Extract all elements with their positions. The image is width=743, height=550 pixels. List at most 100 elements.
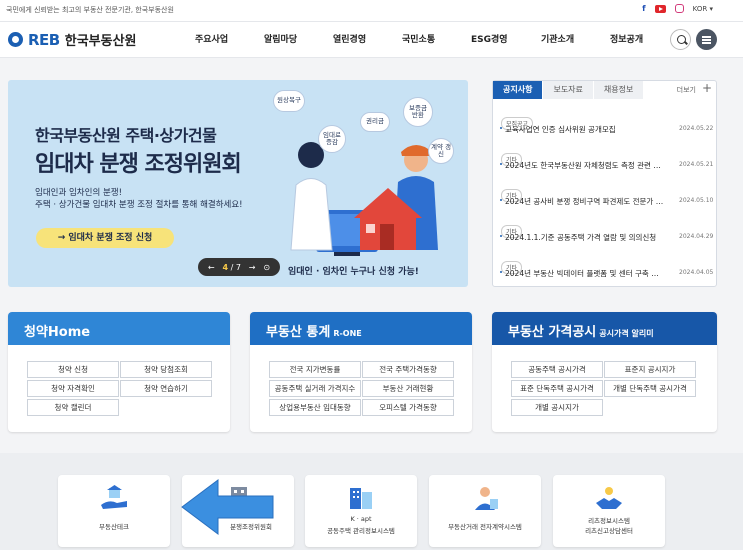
commercial-rent-button[interactable]: 상업용부동산 임대동향 bbox=[269, 399, 361, 416]
notice-date: 2024.05.22 bbox=[679, 125, 714, 132]
language-label: KOR bbox=[692, 4, 708, 13]
service-e-contract[interactable]: 부동산거래 전자계약시스템 bbox=[429, 475, 541, 547]
notice-title: 2024년 부동산 빅데이터 플랫폼 및 센터 구축 사업 … bbox=[505, 269, 665, 278]
notice-title: 2024년도 한국부동산원 자체청렴도 측정 관련 개인… bbox=[505, 161, 665, 170]
service-proptech[interactable]: 부동산테크 bbox=[58, 475, 170, 547]
instagram-icon[interactable] bbox=[674, 4, 684, 13]
logo-name: 한국부동산원 bbox=[64, 34, 137, 49]
pause-slide-button[interactable]: ⊙ bbox=[263, 263, 270, 272]
main-banner[interactable]: 한국부동산원 주택·상가건물 임대차 분쟁 조정위원회 임대인과 임차인의 분쟁… bbox=[8, 80, 468, 287]
service-reits[interactable]: 리츠정보시스템 리츠신고상담센터 bbox=[553, 475, 665, 547]
chungyak-practice-button[interactable]: 청약 연습하기 bbox=[120, 380, 212, 397]
notice-date: 2024.05.10 bbox=[679, 197, 714, 204]
notice-item[interactable]: 기타 2024.1.1.기준 공동주택 가격 열람 및 의의신청 2024.04… bbox=[500, 219, 714, 242]
chungyak-winner-button[interactable]: 청약 당첨조회 bbox=[120, 361, 212, 378]
menu-icon-bar bbox=[702, 39, 711, 41]
nav-about[interactable]: 기관소개 bbox=[541, 32, 574, 45]
standard-house-price-button[interactable]: 표준 단독주택 공시가격 bbox=[511, 380, 603, 397]
individual-land-price-button[interactable]: 개별 공시지가 bbox=[511, 399, 603, 416]
service-kapt[interactable]: K · apt 공동주택 관리정보시스템 bbox=[305, 475, 417, 547]
banner-title-line1: 한국부동산원 주택·상가건물 bbox=[35, 126, 217, 145]
notice-item[interactable]: 기타 2024년 부동산 빅데이터 플랫폼 및 센터 구축 사업 … 2024.… bbox=[500, 255, 714, 278]
nav-disclosure[interactable]: 정보공개 bbox=[610, 32, 643, 45]
banner-title-line2: 임대차 분쟁 조정위원회 bbox=[35, 152, 242, 177]
hand-house-icon bbox=[101, 485, 127, 509]
chungyak-apply-button[interactable]: 청약 신청 bbox=[27, 361, 119, 378]
tab-press[interactable]: 보도자료 bbox=[543, 81, 594, 99]
bubble-restoration: 원상복구 bbox=[273, 90, 305, 112]
chungyak-title: 청약Home bbox=[24, 325, 91, 340]
utility-bar: 국민에게 신뢰받는 최고의 부동산 전문기관, 한국부동산원 f KOR ▾ bbox=[0, 0, 743, 22]
facebook-icon[interactable]: f bbox=[642, 4, 645, 13]
price-title: 부동산 가격공시 공시가격 알리미 bbox=[508, 321, 654, 340]
individual-house-price-button[interactable]: 개별 단독주택 공시가격 bbox=[604, 380, 696, 397]
notice-item[interactable]: 기타 2024년도 한국부동산원 자체청렴도 측정 관련 개인… 2024.05… bbox=[500, 147, 713, 170]
tagline: 국민에게 신뢰받는 최고의 부동산 전문기관, 한국부동산원 bbox=[6, 6, 174, 14]
standard-land-price-button[interactable]: 표준지 공시지가 bbox=[604, 361, 696, 378]
stats-title-text: 부동산 통계 bbox=[266, 325, 331, 340]
chungyak-eligibility-button[interactable]: 청약 자격확인 bbox=[27, 380, 119, 397]
price-header[interactable]: 부동산 가격공시 공시가격 알리미 bbox=[492, 312, 717, 345]
bubble-premium: 권리금 bbox=[360, 112, 390, 132]
service-sublabel: 공동주택 관리정보시스템 bbox=[327, 527, 395, 535]
menu-icon bbox=[702, 36, 711, 38]
search-button[interactable] bbox=[670, 29, 691, 50]
apt-public-price-button[interactable]: 공동주택 공시가격 bbox=[511, 361, 603, 378]
nav-open-management[interactable]: 열린경영 bbox=[333, 32, 366, 45]
sns-links: f KOR ▾ bbox=[642, 4, 713, 13]
notice-board: 공지사항 보도자료 채용정보 더보기 + 모집공고 교육사업연 인증 심사위원 … bbox=[492, 80, 717, 287]
nav-esg[interactable]: ESG경영 bbox=[471, 32, 508, 45]
tab-notice[interactable]: 공지사항 bbox=[493, 81, 544, 99]
language-select[interactable]: KOR ▾ bbox=[693, 5, 713, 13]
menu-icon-bar bbox=[702, 42, 711, 44]
land-price-button[interactable]: 전국 지가변동률 bbox=[269, 361, 361, 378]
service-label: 부동산거래 전자계약시스템 bbox=[448, 523, 522, 531]
service-label: 부동산테크 bbox=[99, 523, 129, 531]
menu-button[interactable] bbox=[696, 29, 717, 50]
youtube-icon[interactable] bbox=[654, 4, 666, 13]
site-header: REB 한국부동산원 주요사업 알림마당 열린경영 국민소통 ESG경영 기관소… bbox=[0, 22, 743, 58]
trade-status-button[interactable]: 부동산 거래현황 bbox=[362, 380, 454, 397]
banner-pager: ← 4 / 7 → ⊙ bbox=[198, 258, 280, 276]
nav-notice[interactable]: 알림마당 bbox=[264, 32, 297, 45]
notice-item[interactable]: 기타 2024년 공사비 분쟁 정비구역 파견제도 전문가 모집… 2024.0… bbox=[500, 183, 714, 206]
banner-subtitle-2: 주택 · 상가건물 임대차 분쟁 조정 절차를 통해 해결하세요! bbox=[35, 200, 243, 210]
notice-tabs: 공지사항 보도자료 채용정보 bbox=[493, 81, 645, 99]
housing-price-button[interactable]: 전국 주택가격동향 bbox=[362, 361, 454, 378]
banner-note: 임대인 · 임차인 누구나 신청 가능! bbox=[288, 267, 419, 277]
plus-icon[interactable]: + bbox=[702, 81, 712, 95]
next-slide-button[interactable]: → bbox=[249, 263, 256, 272]
officetel-price-button[interactable]: 오피스텔 가격동향 bbox=[362, 399, 454, 416]
chungyak-calendar-button[interactable]: 청약 캘린더 bbox=[27, 399, 119, 416]
more-link[interactable]: 더보기 bbox=[677, 85, 696, 95]
bubble-rent-change: 임대료 증감 bbox=[318, 125, 346, 153]
slide-total: / 7 bbox=[230, 262, 241, 272]
notice-date: 2024.04.29 bbox=[679, 233, 714, 240]
bullet-icon bbox=[500, 271, 502, 273]
service-sublabel: 리츠신고상담센터 bbox=[585, 527, 633, 535]
chungyak-header[interactable]: 청약Home bbox=[8, 312, 230, 345]
bubble-deposit-return: 보증금 반환 bbox=[403, 97, 433, 127]
nav-communication[interactable]: 국민소통 bbox=[402, 32, 435, 45]
pointer-arrow-icon bbox=[181, 479, 274, 535]
stats-header[interactable]: 부동산 통계 R-ONE bbox=[250, 312, 472, 345]
logo-mark-icon bbox=[8, 32, 23, 47]
logo-reb: REB bbox=[28, 30, 60, 49]
nav-main-business[interactable]: 주요사업 bbox=[195, 32, 228, 45]
notice-item[interactable]: 모집공고 교육사업연 인증 심사위원 공개모집 2024.05.22 bbox=[500, 111, 714, 134]
apt-trade-index-button[interactable]: 공동주택 실거래 가격지수 bbox=[269, 380, 361, 397]
site-logo[interactable]: REB 한국부동산원 bbox=[8, 30, 137, 49]
notice-title: 2024년 공사비 분쟁 정비구역 파견제도 전문가 모집… bbox=[505, 197, 665, 206]
bullet-icon bbox=[500, 127, 502, 129]
tab-recruit[interactable]: 채용정보 bbox=[593, 81, 645, 99]
notice-date: 2024.04.05 bbox=[679, 269, 714, 276]
prev-slide-button[interactable]: ← bbox=[208, 263, 215, 272]
bullet-icon bbox=[500, 199, 502, 201]
handshake-icon bbox=[596, 487, 622, 509]
banner-subtitle-1: 임대인과 임차인의 분쟁! bbox=[35, 188, 123, 198]
service-label: K · apt bbox=[350, 515, 372, 523]
notice-title: 2024.1.1.기준 공동주택 가격 열람 및 의의신청 bbox=[505, 233, 657, 242]
agent-icon bbox=[475, 487, 498, 510]
slide-current: 4 bbox=[222, 262, 229, 272]
dispute-apply-button[interactable]: → 임대차 분쟁 조정 신청 bbox=[36, 228, 174, 248]
